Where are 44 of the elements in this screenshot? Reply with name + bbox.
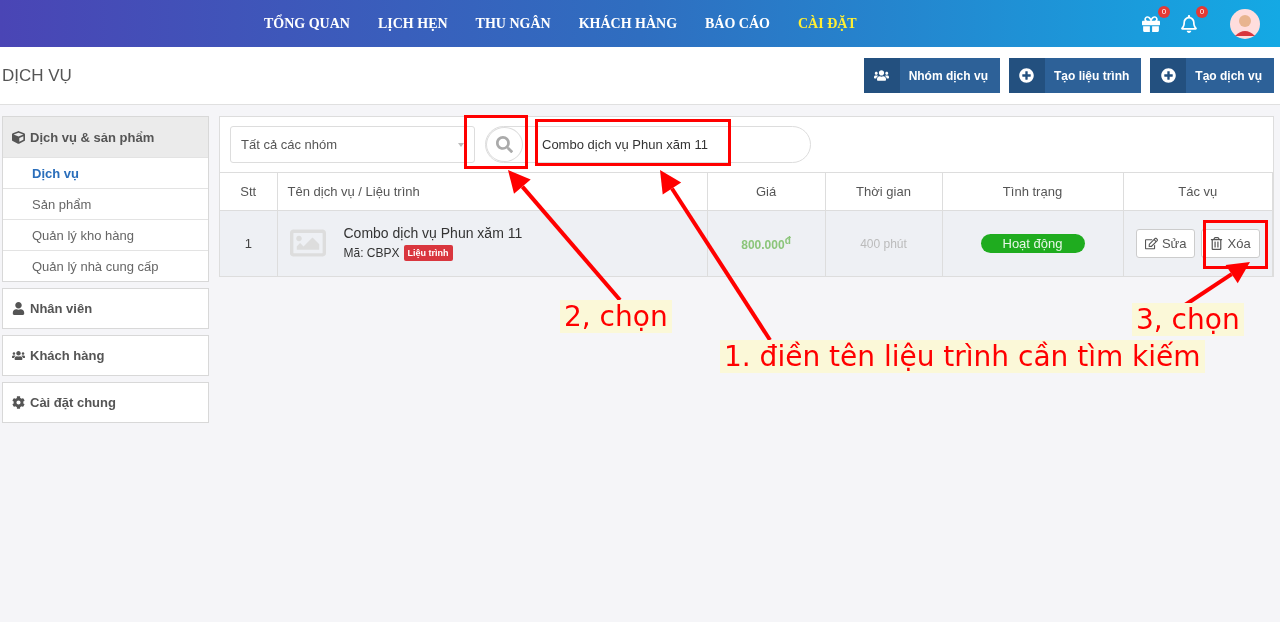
header-button[interactable]: Tạo liệu trình — [1008, 58, 1142, 93]
sidebar-item[interactable]: Quản lý nhà cung cấp — [3, 250, 208, 281]
bell-icon[interactable] — [1180, 14, 1198, 33]
avatar[interactable] — [1230, 8, 1260, 39]
duration: 400 phút — [860, 236, 907, 251]
service-name: Combo dịch vụ Phun xăm 11 — [343, 225, 523, 242]
users-icon — [874, 68, 890, 83]
sidebar-group[interactable]: Dịch vụ & sản phẩm — [3, 117, 208, 157]
nav-link[interactable]: THU NGÂN — [461, 15, 565, 32]
count-badge: 0 — [1196, 5, 1208, 18]
users-icon — [12, 349, 25, 362]
sidebar-item[interactable]: Sản phẩm — [3, 188, 208, 219]
count-badge: 0 — [1158, 5, 1170, 18]
search-icon — [496, 136, 513, 153]
price: 800.000$^{đ}$ — [741, 237, 791, 252]
plus-icon — [1160, 68, 1176, 83]
header-button[interactable]: Nhóm dịch vụ — [863, 58, 1000, 93]
nav-link[interactable]: TỔNG QUAN — [250, 15, 364, 32]
gift-icon[interactable] — [1142, 14, 1160, 33]
annotation-label: 1. điền tên liệu trình cần tìm kiếm — [720, 340, 1205, 373]
page-title: DỊCH VỤ — [2, 65, 73, 86]
group-select[interactable]: Tất cả các nhóm — [230, 126, 475, 163]
header-button[interactable]: Tạo dịch vụ — [1150, 58, 1274, 93]
type-tag: Liệu trình — [403, 245, 453, 262]
highlight-frame — [464, 115, 528, 169]
edit-icon — [1144, 236, 1158, 250]
user-icon — [12, 302, 25, 315]
edit-button[interactable]: Sửa — [1135, 228, 1196, 258]
annotation-label: 3, chọn — [1132, 303, 1244, 336]
table-cell: 1 — [220, 210, 277, 276]
delete-button[interactable]: Xóa — [1201, 228, 1260, 258]
service-code: Mã: CBPX — [343, 246, 400, 261]
nav-link[interactable]: BÁO CÁO — [691, 15, 784, 32]
cube-icon — [12, 130, 25, 144]
settings-icon — [12, 396, 25, 409]
nav-link[interactable]: KHÁCH HÀNG — [564, 15, 692, 32]
nav-link[interactable]: CÀI ĐẶT — [784, 15, 871, 32]
plus-icon — [1019, 68, 1035, 83]
nav-link[interactable]: LỊCH HẸN — [363, 15, 462, 32]
trash-icon — [1210, 236, 1224, 250]
annotation-label: 2, chọn — [560, 300, 672, 333]
status-badge: Hoạt động — [980, 233, 1085, 253]
sidebar-item[interactable]: Dịch vụ — [3, 157, 208, 188]
sidebar-item[interactable]: Quản lý kho hàng — [3, 219, 208, 250]
